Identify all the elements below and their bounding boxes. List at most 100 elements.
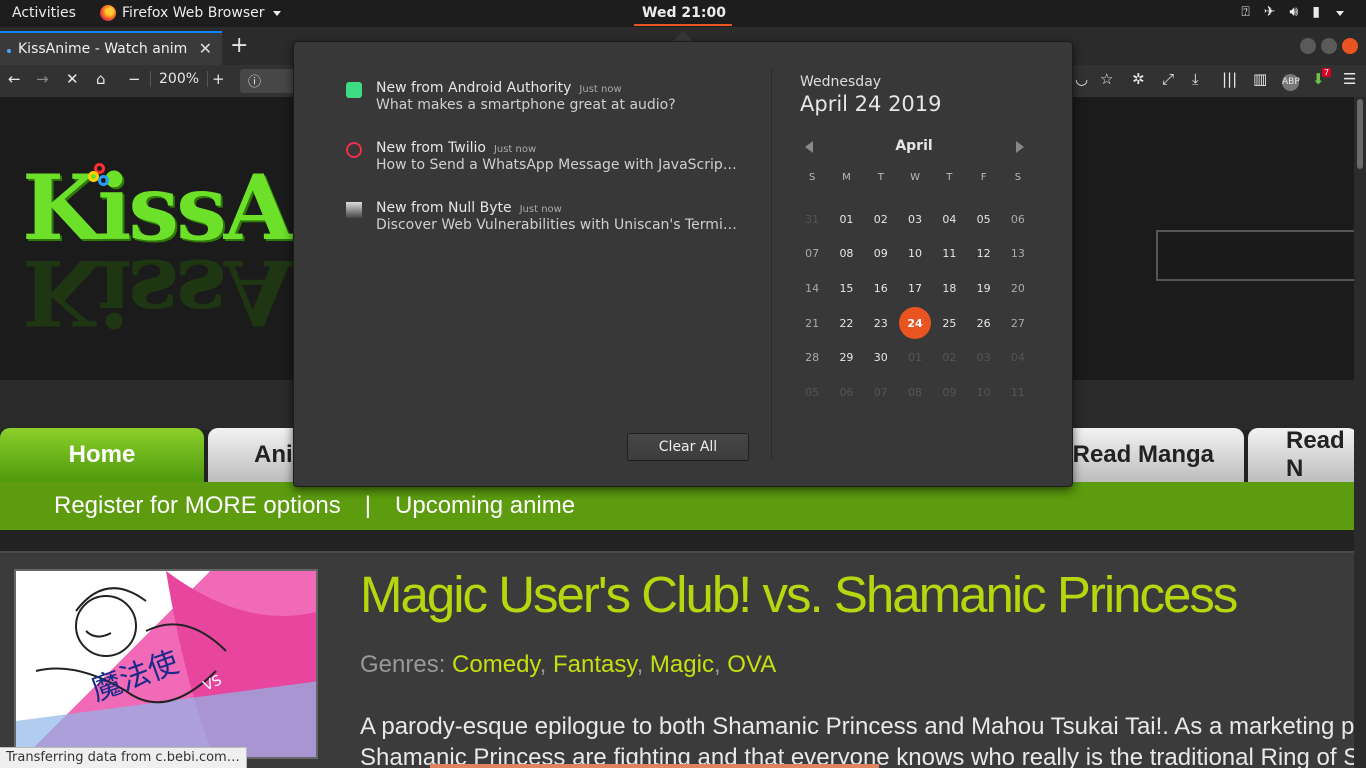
airplane-icon[interactable]: ✈ [1264,4,1276,20]
activities-button[interactable]: Activities [12,5,76,21]
anime-cover-image[interactable]: 魔法使 VS [14,569,318,759]
calendar-day[interactable]: 30 [864,340,898,375]
calendar-weekday[interactable]: Wednesday [800,74,881,90]
calendar-day[interactable]: 02 [932,340,966,375]
upcoming-anime-link[interactable]: Upcoming anime [395,492,575,520]
fullscreen-icon[interactable]: ⤢ [1162,70,1174,88]
calendar-day[interactable]: 06 [829,375,863,410]
volume-icon[interactable]: 🔊︎ [1289,4,1298,20]
register-link[interactable]: Register for MORE options [54,492,341,520]
calendar-day[interactable]: 21 [795,306,829,341]
next-month-icon[interactable] [1016,141,1024,153]
calendar-day[interactable]: 29 [829,340,863,375]
page-scrollbar[interactable] [1354,97,1366,768]
calendar-day[interactable]: 10 [898,237,932,272]
summary-line-1: A parody-esque epilogue to both Shamanic… [360,713,1354,740]
system-menu-caret[interactable] [1336,11,1344,16]
calendar-day[interactable]: 22 [829,306,863,341]
site-tab-read-novel[interactable]: Read N [1248,427,1354,482]
calendar-day[interactable]: 04 [932,202,966,237]
hamburger-menu-icon[interactable]: ☰ [1343,70,1356,88]
calendar-day[interactable]: 06 [1001,202,1035,237]
genre-link-ova[interactable]: OVA [727,651,776,678]
battery-icon[interactable]: ▮ [1312,4,1320,20]
calendar-day[interactable]: 11 [1001,375,1035,410]
zoom-level[interactable]: 200% [150,71,209,87]
calendar-day[interactable]: 09 [864,237,898,272]
calendar-day[interactable]: 07 [795,237,829,272]
network-question-icon[interactable]: ⍰ [1241,4,1249,20]
clear-all-button[interactable]: Clear All [627,433,749,461]
calendar-day[interactable]: 26 [966,306,1000,341]
site-search-input[interactable] [1156,230,1354,281]
calendar-day[interactable]: 11 [932,237,966,272]
site-info-icon[interactable]: ⓘ [248,71,261,90]
back-arrow-icon[interactable]: ← [8,70,21,88]
pocket-icon[interactable]: ◡ [1075,70,1088,88]
sidebar-icon[interactable]: ▥ [1253,70,1267,88]
calendar-day[interactable]: 25 [932,306,966,341]
calendar-day[interactable]: 08 [898,375,932,410]
zoom-in-icon[interactable]: + [212,70,225,88]
new-tab-button[interactable]: + [230,35,248,57]
calendar-day[interactable]: 19 [966,271,1000,306]
system-tray[interactable]: ⍰ ✈ 🔊︎ ▮ [1241,4,1344,20]
calendar-day[interactable]: 20 [1001,271,1035,306]
message-tray-popover: New from Android Authority Just now What … [293,41,1073,487]
weekday-header: S [1014,172,1022,183]
calendar-day[interactable]: 28 [795,340,829,375]
calendar-day[interactable]: 03 [898,202,932,237]
calendar-day[interactable]: 13 [1001,237,1035,272]
url-bar[interactable]: ⓘ [240,69,300,93]
stop-loading-icon[interactable]: ✕ [66,70,79,88]
calendar-day[interactable]: 02 [864,202,898,237]
bookmark-star-icon[interactable]: ☆ [1100,70,1113,88]
calendar-day[interactable]: 27 [1001,306,1035,341]
close-window-button[interactable] [1342,38,1358,54]
zoom-out-icon[interactable]: − [128,70,141,88]
home-icon[interactable]: ⌂ [96,70,106,88]
calendar-day[interactable]: 10 [966,375,1000,410]
download-icon[interactable]: ⤓ [1192,70,1199,88]
calendar-day[interactable]: 01 [829,202,863,237]
genre-link-fantasy[interactable]: Fantasy [553,651,637,678]
clock-button[interactable]: Wed 21:00 [634,5,734,21]
tab-kissanime[interactable]: KissAnime - Watch anime ✕ [0,31,222,65]
calendar-day[interactable]: 09 [932,375,966,410]
calendar-day[interactable]: 23 [864,306,898,341]
calendar-day[interactable]: 05 [795,375,829,410]
site-tab-home[interactable]: Home [0,428,204,482]
calendar-day[interactable]: 15 [829,271,863,306]
maximize-window-button[interactable] [1321,38,1337,54]
loading-dot-icon [7,49,11,53]
anime-title[interactable]: Magic User's Club! vs. Shamanic Princess [360,565,1238,624]
settings-gear-icon[interactable]: ✲ [1132,70,1145,88]
calendar-day[interactable]: 24 [898,306,932,341]
calendar-day[interactable]: 05 [966,202,1000,237]
calendar-day[interactable]: 04 [1001,340,1035,375]
forward-arrow-icon[interactable]: → [36,70,49,88]
calendar-day[interactable]: 17 [898,271,932,306]
calendar-day[interactable]: 12 [966,237,1000,272]
calendar-day[interactable]: 14 [795,271,829,306]
scrollbar-thumb[interactable] [1357,99,1363,169]
calendar-gap [795,190,1035,202]
genre-link-magic[interactable]: Magic [650,651,714,678]
genre-link-comedy[interactable]: Comedy [452,651,540,678]
calendar-day[interactable]: 01 [898,340,932,375]
calendar-day[interactable]: 08 [829,237,863,272]
adblock-plus-icon[interactable]: ABP [1282,74,1300,91]
calendar-day[interactable]: 16 [864,271,898,306]
status-bar: Transferring data from c.bebi.com… [0,747,247,768]
calendar-date[interactable]: April 24 2019 [800,92,942,116]
close-tab-icon[interactable]: ✕ [199,39,212,58]
calendar-day[interactable]: 03 [966,340,1000,375]
minimize-window-button[interactable] [1300,38,1316,54]
app-menu[interactable]: Firefox Web Browser [100,5,281,21]
anime-summary: A parody-esque epilogue to both Shamanic… [360,713,1354,768]
calendar-grid: S M T W T F S 31 01 02 03 04 05 06 07 08 09 10 11 12 13 14 15 1… [795,172,1035,410]
library-icon[interactable]: ||| [1222,70,1237,88]
calendar-day[interactable]: 31 [795,202,829,237]
calendar-day[interactable]: 18 [932,271,966,306]
calendar-day[interactable]: 07 [864,375,898,410]
